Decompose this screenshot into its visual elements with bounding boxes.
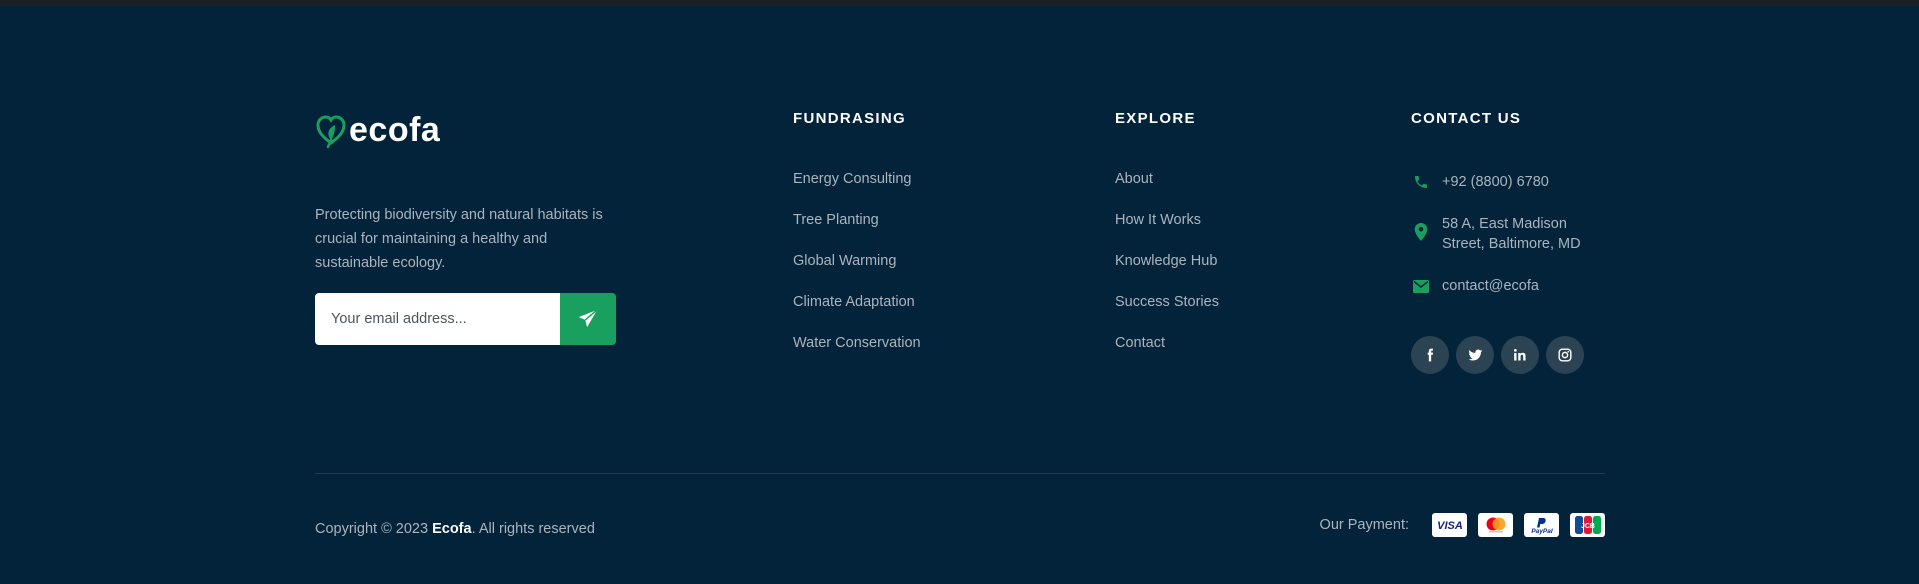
visa-card-icon: VISA bbox=[1432, 513, 1467, 537]
contact-email[interactable]: contact@ecofa bbox=[1411, 276, 1539, 296]
link-label[interactable]: Water Conservation bbox=[793, 335, 921, 351]
phone-icon bbox=[1411, 172, 1431, 192]
jcb-card-icon: JCB bbox=[1570, 513, 1605, 537]
heart-leaf-icon bbox=[316, 114, 346, 148]
email-input[interactable] bbox=[315, 293, 560, 345]
address-line-1: 58 A, East Madison bbox=[1442, 216, 1567, 232]
link-success-stories[interactable]: Success Stories bbox=[1115, 294, 1219, 335]
copyright-suffix: . All rights reserved bbox=[471, 521, 595, 537]
fundraising-heading: FUNDRASING bbox=[793, 110, 906, 127]
instagram-link[interactable] bbox=[1546, 336, 1584, 374]
location-pin-icon bbox=[1411, 222, 1431, 242]
link-label[interactable]: Global Warming bbox=[793, 253, 896, 269]
social-links bbox=[1411, 336, 1591, 374]
link-label[interactable]: How It Works bbox=[1115, 212, 1201, 228]
email-text: contact@ecofa bbox=[1442, 278, 1539, 294]
brand-name: ecofa bbox=[349, 111, 441, 149]
link-energy-consulting[interactable]: Energy Consulting bbox=[793, 171, 921, 212]
link-label[interactable]: Knowledge Hub bbox=[1115, 253, 1217, 269]
address-text: 58 A, East Madison Street, Baltimore, MD bbox=[1442, 214, 1581, 254]
explore-heading: EXPLORE bbox=[1115, 110, 1196, 127]
contact-address: 58 A, East Madison Street, Baltimore, MD bbox=[1411, 214, 1581, 254]
payment-methods: Our Payment: VISA PayPal JCB bbox=[1320, 513, 1605, 537]
link-label[interactable]: Energy Consulting bbox=[793, 171, 912, 187]
send-icon bbox=[578, 309, 598, 328]
link-about[interactable]: About bbox=[1115, 171, 1219, 212]
link-contact[interactable]: Contact bbox=[1115, 335, 1219, 376]
contact-phone[interactable]: +92 (8800) 6780 bbox=[1411, 172, 1549, 192]
footer-divider bbox=[315, 473, 1605, 474]
link-global-warming[interactable]: Global Warming bbox=[793, 253, 921, 294]
facebook-icon bbox=[1427, 348, 1434, 362]
link-knowledge-hub[interactable]: Knowledge Hub bbox=[1115, 253, 1219, 294]
svg-text:VISA: VISA bbox=[1437, 520, 1463, 532]
copyright-brand[interactable]: Ecofa bbox=[432, 521, 472, 537]
fundraising-links: Energy Consulting Tree Planting Global W… bbox=[793, 171, 921, 376]
copyright: Copyright © 2023 Ecofa. All rights reser… bbox=[315, 521, 595, 537]
svg-text:JCB: JCB bbox=[1580, 523, 1594, 530]
subscribe-button[interactable] bbox=[560, 293, 616, 345]
mastercard-icon bbox=[1478, 513, 1513, 537]
link-label[interactable]: Contact bbox=[1115, 335, 1165, 351]
payment-label: Our Payment: bbox=[1319, 517, 1409, 533]
twitter-icon bbox=[1468, 349, 1482, 361]
link-water-conservation[interactable]: Water Conservation bbox=[793, 335, 921, 376]
svg-text:PayPal: PayPal bbox=[1531, 528, 1553, 535]
link-climate-adaptation[interactable]: Climate Adaptation bbox=[793, 294, 921, 335]
link-label[interactable]: Tree Planting bbox=[793, 212, 879, 228]
site-footer: ecofa Protecting biodiversity and natura… bbox=[0, 6, 1919, 584]
newsletter-form bbox=[315, 293, 616, 345]
link-label[interactable]: About bbox=[1115, 171, 1153, 187]
instagram-icon bbox=[1558, 348, 1572, 362]
linkedin-link[interactable] bbox=[1501, 336, 1539, 374]
paypal-icon: PayPal bbox=[1524, 513, 1559, 537]
link-tree-planting[interactable]: Tree Planting bbox=[793, 212, 921, 253]
link-how-it-works[interactable]: How It Works bbox=[1115, 212, 1219, 253]
explore-links: About How It Works Knowledge Hub Success… bbox=[1115, 171, 1219, 376]
link-label[interactable]: Climate Adaptation bbox=[793, 294, 915, 310]
link-label[interactable]: Success Stories bbox=[1115, 294, 1219, 310]
envelope-icon bbox=[1411, 276, 1431, 296]
about-text: Protecting biodiversity and natural habi… bbox=[315, 207, 603, 271]
phone-text: +92 (8800) 6780 bbox=[1442, 174, 1549, 190]
twitter-link[interactable] bbox=[1456, 336, 1494, 374]
facebook-link[interactable] bbox=[1411, 336, 1449, 374]
linkedin-icon bbox=[1513, 348, 1526, 361]
brand-logo[interactable]: ecofa bbox=[315, 111, 440, 150]
address-line-2: Street, Baltimore, MD bbox=[1442, 236, 1581, 252]
copyright-prefix: Copyright © 2023 bbox=[315, 521, 433, 537]
contact-heading: CONTACT US bbox=[1411, 110, 1522, 127]
